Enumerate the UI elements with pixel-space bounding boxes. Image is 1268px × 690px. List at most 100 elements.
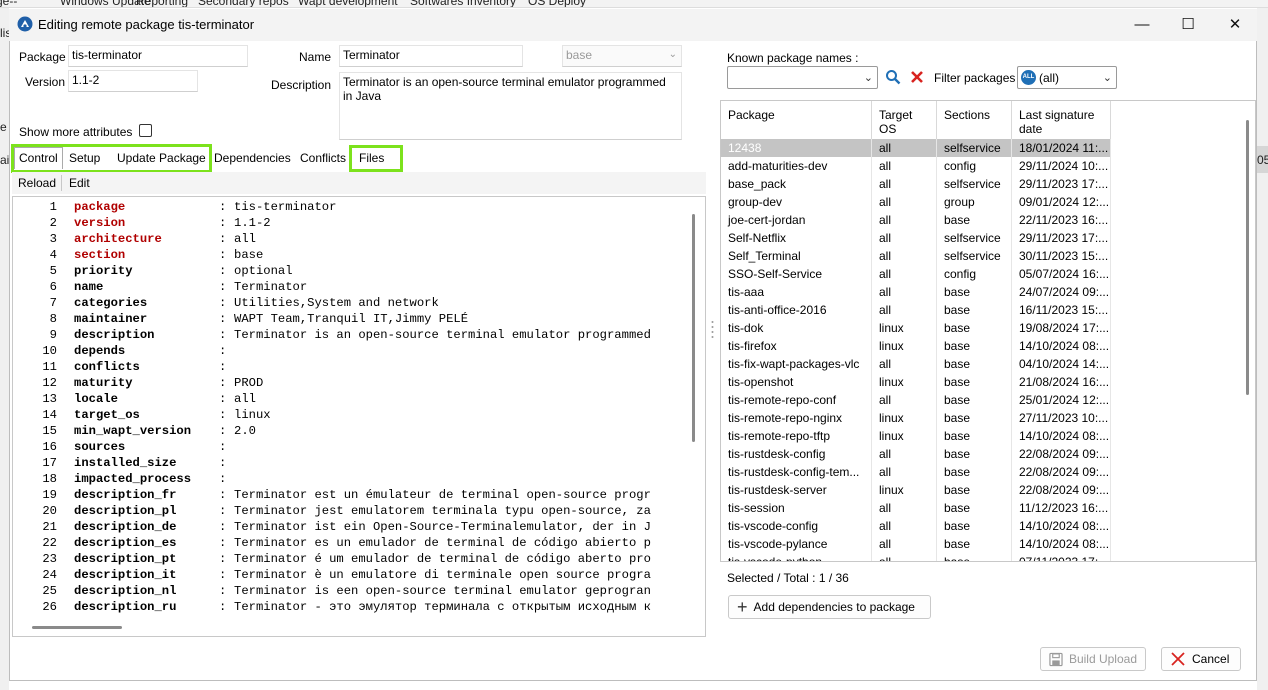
table-row[interactable]: tis-anti-office-2016 all base 16/11/2023 15… (721, 301, 1111, 319)
table-row[interactable]: tis-rustdesk-config-tem... all base 22/08/2… (721, 463, 1111, 481)
control-value: Terminator es un emulador de terminal de… (234, 536, 651, 550)
tab-conflicts[interactable]: Conflicts (296, 148, 350, 170)
table-row[interactable]: tis-session all base 11/12/2023 16:... (721, 499, 1111, 517)
add-dependencies-button[interactable]: + Add dependencies to package (728, 595, 931, 619)
filter-value: (all) (1039, 71, 1059, 85)
packages-table[interactable]: Package Target OS Sections Last signatur… (720, 100, 1256, 562)
table-row[interactable]: tis-rustdesk-config all base 22/08/2024 09:… (721, 445, 1111, 463)
table-row[interactable]: base_pack all selfservice 29/11/2023 17:... (721, 175, 1111, 193)
package-field[interactable]: tis-terminator (68, 45, 248, 67)
table-cell: 29/11/2023 17:... (1012, 175, 1111, 193)
colon-separator: : (219, 232, 227, 246)
table-row[interactable]: tis-vscode-python all base 07/11/2023 17:..… (721, 553, 1111, 561)
code-line: 11 conflicts: (13, 359, 693, 375)
tab-dependencies[interactable]: Dependencies (210, 148, 295, 170)
table-row[interactable]: 12438 all selfservice 18/01/2024 11:... (721, 139, 1111, 157)
table-cell: all (872, 445, 937, 463)
table-row[interactable]: tis-openshot linux base 21/08/2024 16:... (721, 373, 1111, 391)
control-value: Terminator is an open-source terminal em… (234, 328, 651, 342)
table-row[interactable]: Self-Netflix all selfservice 29/11/2023 17:… (721, 229, 1111, 247)
table-cell: base (937, 445, 1012, 463)
table-cell: linux (872, 427, 937, 445)
line-number: 7 (49, 296, 57, 310)
control-editor[interactable]: 1 package: tis-terminator 2 version:1.1-2 3 ar… (12, 196, 706, 637)
description-field[interactable]: Terminator is an open-source terminal em… (339, 72, 682, 140)
line-number: 26 (42, 600, 57, 614)
table-cell: tis-rustdesk-config (721, 445, 872, 463)
colon-separator: : (219, 376, 227, 390)
table-row[interactable]: tis-aaa all base 24/07/2024 09:... (721, 283, 1111, 301)
control-key: version (74, 216, 126, 230)
control-value: optional (234, 264, 293, 278)
table-row[interactable]: tis-remote-repo-nginx linux base 27/11/2023… (721, 409, 1111, 427)
colon-separator: : (219, 424, 227, 438)
name-label: Name (299, 50, 332, 64)
table-cell: base (937, 427, 1012, 445)
table-cell: base (937, 463, 1012, 481)
editor-horizontal-scrollbar[interactable] (32, 626, 122, 629)
table-vertical-scrollbar[interactable] (1246, 120, 1249, 395)
colon-separator: : (219, 552, 227, 566)
table-row[interactable]: tis-firefox linux base 14/10/2024 08:... (721, 337, 1111, 355)
table-row[interactable]: tis-vscode-pylance all base 14/10/2024 08:.… (721, 535, 1111, 553)
control-key: target_os (74, 408, 140, 422)
table-cell: tis-dok (721, 319, 872, 337)
code-line: 26 description_ru: Terminator - это эмулят… (13, 599, 693, 615)
cancel-button[interactable]: Cancel (1161, 647, 1241, 671)
show-more-checkbox[interactable] (139, 124, 152, 137)
bg-fragment: 05 (1257, 153, 1268, 167)
search-icon[interactable] (885, 69, 901, 85)
colon-separator: : (219, 568, 227, 582)
section-select[interactable]: base ⌄ (562, 45, 682, 67)
table-row[interactable]: group-dev all group 09/01/2024 12:... (721, 193, 1111, 211)
column-header-signature-date[interactable]: Last signature date (1012, 101, 1111, 141)
control-value: Terminator é um emulador de terminal de … (234, 552, 651, 566)
maximize-button[interactable]: ☐ (1176, 13, 1200, 35)
line-number: 14 (42, 408, 57, 422)
line-number: 11 (42, 360, 57, 374)
background-left-edge (0, 8, 9, 690)
control-value: all (234, 392, 256, 406)
reload-button[interactable]: Reload (18, 176, 56, 190)
minimize-button[interactable]: — (1130, 13, 1154, 35)
editor-vertical-scrollbar[interactable] (692, 214, 695, 442)
table-row[interactable]: SSO-Self-Service all config 05/07/2024 16:.… (721, 265, 1111, 283)
control-value: Terminator - это эмулятор терминала с от… (234, 600, 651, 614)
colon-separator: : (219, 504, 227, 518)
column-header-target-os[interactable]: Target OS (872, 101, 937, 141)
table-row[interactable]: joe-cert-jordan all base 22/11/2023 16:... (721, 211, 1111, 229)
table-row[interactable]: tis-remote-repo-tftp linux base 14/10/2024 … (721, 427, 1111, 445)
code-line: 20 description_pl: Terminator jest emulato… (13, 503, 693, 519)
table-cell: selfservice (937, 139, 1012, 157)
version-field[interactable]: 1.1-2 (68, 70, 198, 92)
colon-separator: : (219, 296, 227, 310)
bg-menu-item: Softwares Inventory (410, 0, 517, 8)
table-cell: tis-rustdesk-server (721, 481, 872, 499)
close-window-button[interactable]: ✕ (1223, 13, 1247, 35)
table-row[interactable]: tis-dok linux base 19/08/2024 17:... (721, 319, 1111, 337)
table-row[interactable]: tis-remote-repo-conf all base 25/01/2024 12… (721, 391, 1111, 409)
table-row[interactable]: tis-vscode-config all base 14/10/2024 08:..… (721, 517, 1111, 535)
column-header-package[interactable]: Package (721, 101, 872, 141)
table-row[interactable]: tis-fix-wapt-packages-vlc all base 04/10/20… (721, 355, 1111, 373)
known-packages-combo[interactable]: ⌄ (727, 66, 878, 89)
highlight-box-files (349, 145, 403, 172)
table-cell: Self_Terminal (721, 247, 872, 265)
splitter-handle[interactable] (711, 320, 714, 340)
table-cell: base (937, 517, 1012, 535)
colon-separator: : (219, 344, 227, 358)
table-cell: tis-fix-wapt-packages-vlc (721, 355, 872, 373)
line-number: 17 (42, 456, 57, 470)
table-row[interactable]: Self_Terminal all selfservice 30/11/2023 15… (721, 247, 1111, 265)
table-row[interactable]: add-maturities-dev all config 29/11/2024 10… (721, 157, 1111, 175)
column-header-sections[interactable]: Sections (937, 101, 1012, 141)
table-row[interactable]: tis-rustdesk-server linux base 22/08/2024 0… (721, 481, 1111, 499)
clear-icon[interactable] (910, 70, 924, 84)
table-cell: 18/01/2024 11:... (1012, 139, 1111, 157)
name-field[interactable]: Terminator (339, 45, 523, 67)
filter-packages-combo[interactable]: ALL (all) ⌄ (1017, 66, 1117, 89)
edit-button[interactable]: Edit (69, 176, 90, 190)
table-cell: 07/11/2023 17:... (1012, 553, 1111, 561)
table-cell: all (872, 175, 937, 193)
build-upload-button[interactable]: Build Upload (1040, 647, 1146, 671)
